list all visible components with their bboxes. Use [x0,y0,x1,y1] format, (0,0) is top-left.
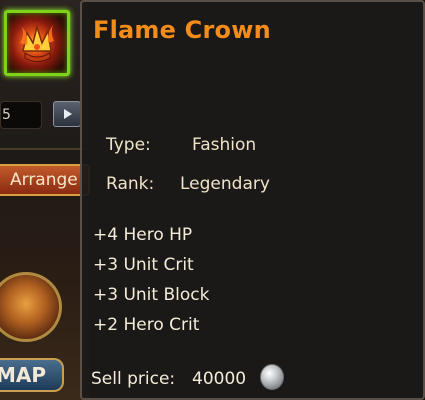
stat-line: +3 Unit Block [93,285,210,305]
arrange-button[interactable]: Arrange [0,164,90,196]
flame-crown-icon [20,24,54,62]
item-name: Flame Crown [93,16,271,44]
type-value: Fashion [192,135,257,155]
item-slot-selected[interactable] [4,10,70,76]
stat-line: +3 Unit Crit [93,255,194,275]
divider [0,148,90,150]
game-screen: 5 Arrange MAP Flame Crown Type: Fashion … [0,0,425,400]
quantity-field[interactable]: 5 [0,101,42,129]
type-label: Type: [106,135,151,155]
stat-line: +2 Hero Crit [93,315,200,335]
stat-line: +4 Hero HP [93,225,193,245]
sell-price-label: Sell price: [91,369,176,389]
rank-label: Rank: [106,174,155,194]
map-button[interactable]: MAP [0,358,64,392]
map-button-label: MAP [0,363,47,387]
item-tooltip: Flame Crown Type: Fashion Rank: Legendar… [80,0,425,400]
silver-coin-icon [260,364,284,390]
rank-value: Legendary [180,174,270,194]
map-emblem-icon [0,272,62,342]
sell-price-value: 40000 [192,369,247,389]
inventory-panel: 5 Arrange MAP [0,0,90,400]
next-page-button[interactable] [53,101,81,127]
